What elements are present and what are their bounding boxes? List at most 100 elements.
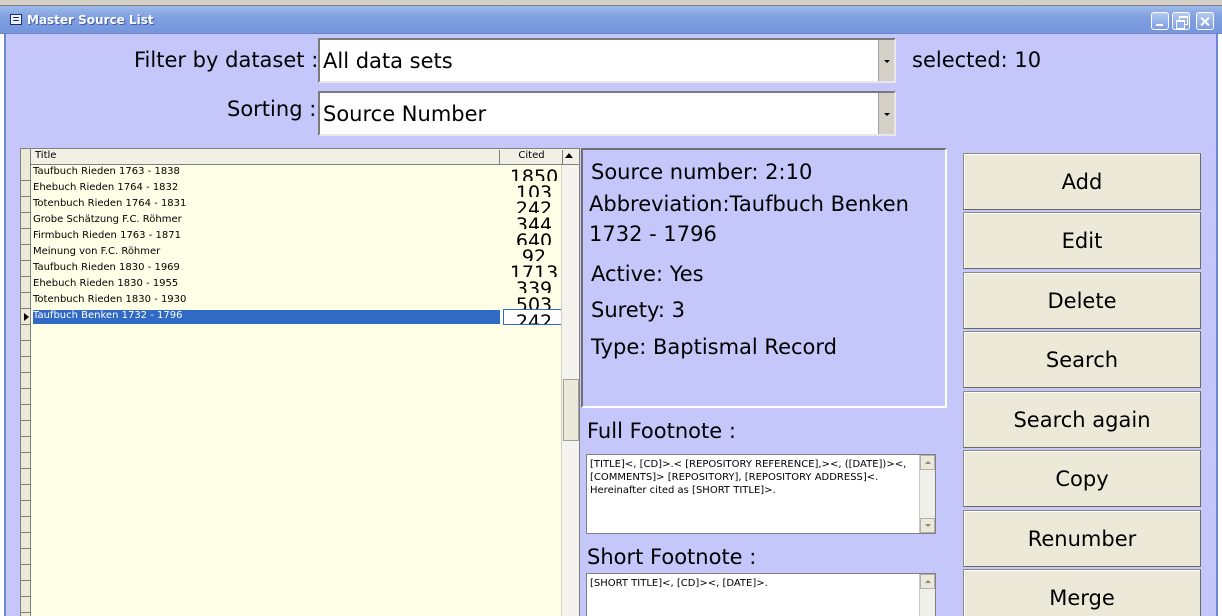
record-selector[interactable] <box>21 581 31 597</box>
row-title[interactable]: Firmbuch Rieden 1763 - 1871 <box>33 230 500 244</box>
row-cited-count[interactable]: 242 <box>503 309 565 325</box>
record-selector[interactable] <box>21 261 31 277</box>
record-selector[interactable] <box>21 501 31 517</box>
table-row[interactable]: Taufbuch Rieden 1830 - 1969 1713 <box>32 261 561 277</box>
title-bar[interactable]: Master Source List <box>0 6 1222 34</box>
short-footnote-label: Short Footnote : <box>587 545 757 569</box>
abbreviation: Abbreviation:Taufbuch Benken <box>589 192 909 216</box>
form-body: Filter by dataset : All data sets select… <box>4 34 1218 616</box>
table-row[interactable]: Totenbuch Rieden 1764 - 1831 242 <box>32 197 561 213</box>
record-selector[interactable] <box>21 421 31 437</box>
table-row[interactable]: Meinung von F.C. Röhmer 92 <box>32 245 561 261</box>
record-selector[interactable] <box>21 357 31 373</box>
surety: Surety: 3 <box>591 298 685 322</box>
record-selector[interactable] <box>21 405 31 421</box>
minimize-button[interactable] <box>1151 12 1169 30</box>
record-selector[interactable] <box>21 453 31 469</box>
row-title[interactable]: Totenbuch Rieden 1830 - 1930 <box>33 294 500 308</box>
window-title: Master Source List <box>27 13 154 27</box>
row-cited-count[interactable]: 1850 <box>503 165 565 181</box>
record-selector[interactable] <box>21 437 31 453</box>
source-details-panel: Source number: 2:10 Abbreviation:Taufbuc… <box>581 148 947 408</box>
search-again-button[interactable]: Search again <box>963 391 1201 448</box>
edit-button[interactable]: Edit <box>963 212 1201 269</box>
close-button[interactable] <box>1196 12 1214 30</box>
row-cited-count[interactable]: 344 <box>503 213 565 229</box>
scroll-up-icon[interactable] <box>920 455 935 470</box>
restore-button[interactable] <box>1172 12 1190 30</box>
filter-dataset-combo[interactable]: All data sets <box>318 38 896 83</box>
record-selector[interactable] <box>21 197 31 213</box>
row-cited-count[interactable]: 242 <box>503 197 565 213</box>
record-selector[interactable] <box>21 165 31 181</box>
grid-scrollbar[interactable] <box>561 165 579 616</box>
scroll-up-icon[interactable] <box>920 574 935 589</box>
row-cited-count[interactable]: 503 <box>503 293 565 309</box>
table-row[interactable]: Firmbuch Rieden 1763 - 1871 640 <box>32 229 561 245</box>
row-title[interactable]: Taufbuch Benken 1732 - 1796 <box>33 310 500 324</box>
grid-header: Title Cited <box>21 149 579 165</box>
record-selector[interactable] <box>21 597 31 613</box>
table-row[interactable]: Grobe Schätzung F.C. Röhmer 344 <box>32 213 561 229</box>
row-cited-count[interactable]: 1713 <box>503 261 565 277</box>
record-selector[interactable] <box>21 549 31 565</box>
full-footnote-field[interactable]: [TITLE]<, [CD]>.< [REPOSITORY REFERENCE]… <box>586 454 936 534</box>
filter-label: Filter by dataset : <box>134 48 319 72</box>
record-selector[interactable] <box>21 485 31 501</box>
short-footnote-scrollbar[interactable] <box>919 574 935 616</box>
row-title[interactable]: Totenbuch Rieden 1764 - 1831 <box>33 198 500 212</box>
short-footnote-field[interactable]: [SHORT TITLE]<, [CD]><, [DATE]>. <box>586 573 936 616</box>
row-cited-count[interactable]: 103 <box>503 181 565 197</box>
row-cited-count[interactable]: 339 <box>503 277 565 293</box>
record-selectors[interactable] <box>21 165 31 616</box>
record-selector[interactable] <box>21 389 31 405</box>
record-selector[interactable] <box>21 325 31 341</box>
scroll-up-arrow-icon[interactable] <box>565 153 573 158</box>
row-cited-count[interactable]: 640 <box>503 229 565 245</box>
record-selector[interactable] <box>21 213 31 229</box>
copy-button[interactable]: Copy <box>963 450 1201 507</box>
filter-dropdown-arrow-icon[interactable] <box>878 40 894 81</box>
table-row[interactable]: Ehebuch Rieden 1830 - 1955 339 <box>32 277 561 293</box>
full-footnote-scrollbar[interactable] <box>919 455 935 533</box>
row-title[interactable]: Grobe Schätzung F.C. Röhmer <box>33 214 500 228</box>
grid-scroll-thumb[interactable] <box>563 379 579 441</box>
row-title[interactable]: Ehebuch Rieden 1764 - 1832 <box>33 182 500 196</box>
row-cited-count[interactable]: 92 <box>503 245 565 261</box>
sorting-dropdown-arrow-icon[interactable] <box>878 93 894 134</box>
row-title[interactable]: Taufbuch Rieden 1763 - 1838 <box>33 166 500 180</box>
record-selector[interactable] <box>21 533 31 549</box>
record-selector[interactable] <box>21 565 31 581</box>
table-row[interactable]: Taufbuch Rieden 1763 - 1838 1850 <box>32 165 561 181</box>
record-selector[interactable] <box>21 293 31 309</box>
full-footnote-line-2: [COMMENTS]> [REPOSITORY], [REPOSITORY AD… <box>590 472 879 483</box>
row-title[interactable]: Ehebuch Rieden 1830 - 1955 <box>33 278 500 292</box>
record-selector[interactable] <box>21 309 31 325</box>
merge-button[interactable]: Merge <box>963 569 1201 616</box>
record-selector[interactable] <box>21 181 31 197</box>
scroll-down-icon[interactable] <box>920 518 935 533</box>
record-selector[interactable] <box>21 245 31 261</box>
short-footnote-text: [SHORT TITLE]<, [CD]><, [DATE]>. <box>590 578 768 589</box>
record-selector[interactable] <box>21 341 31 357</box>
full-footnote-line-1: [TITLE]<, [CD]>.< [REPOSITORY REFERENCE]… <box>590 459 907 470</box>
table-row[interactable]: Totenbuch Rieden 1830 - 1930 503 <box>32 293 561 309</box>
record-selector[interactable] <box>21 373 31 389</box>
row-title[interactable]: Meinung von F.C. Röhmer <box>33 246 500 260</box>
record-selector[interactable] <box>21 229 31 245</box>
renumber-button[interactable]: Renumber <box>963 510 1201 567</box>
search-button[interactable]: Search <box>963 331 1201 388</box>
table-row[interactable]: Ehebuch Rieden 1764 - 1832 103 <box>32 181 561 197</box>
grid-corner[interactable] <box>21 149 31 165</box>
sorting-combo[interactable]: Source Number <box>318 91 896 136</box>
sources-grid[interactable]: Title Cited Taufbuch Rieden 1763 - 1838 1… <box>20 148 580 616</box>
add-button[interactable]: Add <box>963 153 1201 210</box>
record-selector[interactable] <box>21 469 31 485</box>
row-title[interactable]: Taufbuch Rieden 1830 - 1969 <box>33 262 500 276</box>
record-selector[interactable] <box>21 517 31 533</box>
record-selector[interactable] <box>21 277 31 293</box>
delete-button[interactable]: Delete <box>963 272 1201 329</box>
column-header-title[interactable]: Title <box>32 150 500 164</box>
column-header-cited[interactable]: Cited <box>501 150 563 164</box>
table-row[interactable]: Taufbuch Benken 1732 - 1796 242 <box>32 309 565 325</box>
